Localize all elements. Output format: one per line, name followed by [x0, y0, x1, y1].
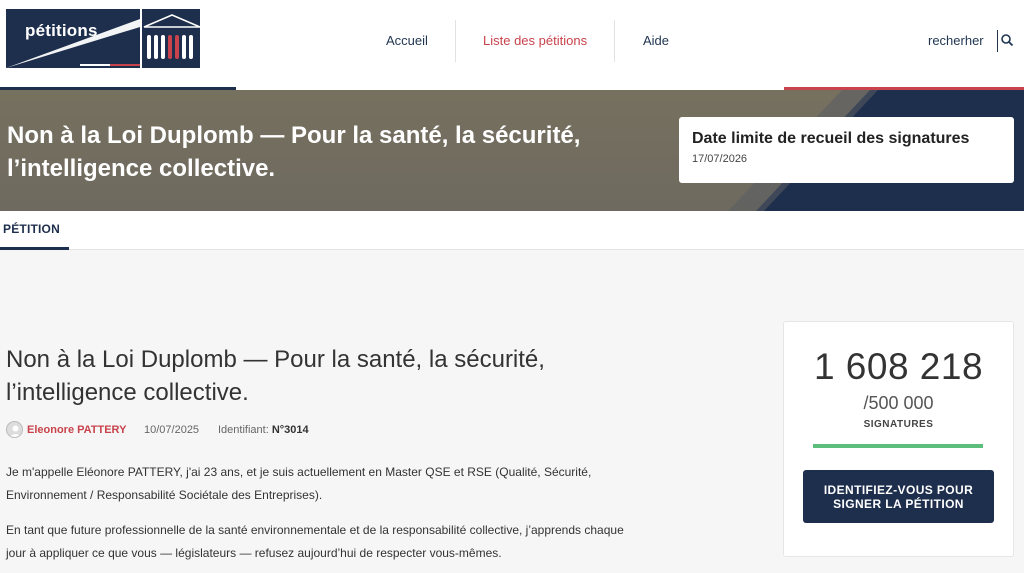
search-label[interactable]: recherher — [928, 33, 984, 48]
signature-progress-fill — [813, 444, 983, 448]
deadline-card: Date limite de recueil des signatures 17… — [679, 117, 1014, 183]
signature-label: SIGNATURES — [863, 419, 934, 430]
site-header: pétitions Accueil Liste des pétitions Ai… — [0, 0, 1024, 90]
search-icon[interactable] — [1000, 33, 1014, 47]
deadline-date: 17/07/2026 — [692, 153, 748, 165]
sign-petition-button[interactable]: IDENTIFIEZ-VOUS POUR SIGNER LA PÉTITION — [803, 470, 994, 523]
nav-accueil[interactable]: Accueil — [386, 33, 428, 48]
publication-date: 10/07/2025 — [144, 424, 200, 436]
signature-goal: /500 000 — [863, 393, 934, 413]
identifier-value: N°3014 — [271, 424, 309, 436]
petition-paragraph: En tant que future professionnelle de la… — [6, 523, 624, 560]
nav-liste-petitions[interactable]: Liste des pétitions — [483, 33, 587, 48]
user-icon — [9, 425, 22, 437]
signature-progress — [813, 444, 983, 448]
nav-divider — [455, 20, 456, 62]
site-logo[interactable]: pétitions — [6, 9, 201, 68]
banner-title: Non à la Loi Duplomb — Pour la santé, la… — [7, 122, 581, 182]
nav-divider — [614, 20, 615, 62]
search-divider — [997, 30, 998, 52]
tab-bar: PÉTITION — [0, 211, 1024, 250]
deadline-label: Date limite de recueil des signatures — [692, 130, 970, 147]
nav-aide[interactable]: Aide — [643, 33, 669, 48]
signature-card: 1 608 218 /500 000 SIGNATURES IDENTIFIEZ… — [783, 321, 1014, 557]
active-tab-indicator — [0, 247, 69, 250]
petition-identifier: Identifiant: N°3014 — [218, 424, 309, 436]
author-link[interactable]: Eleonore PATTERY — [27, 424, 126, 436]
signature-count: 1 608 218 — [813, 346, 984, 387]
identifier-label: Identifiant: — [218, 424, 269, 436]
petition-paragraph: Je m'appelle Eléonore PATTERY, j'ai 23 a… — [6, 465, 592, 502]
petition-title: Non à la Loi Duplomb — Pour la santé, la… — [6, 346, 545, 406]
avatar — [6, 421, 23, 438]
logo-text: pétitions — [25, 21, 98, 40]
tab-petition[interactable]: PÉTITION — [3, 222, 60, 236]
